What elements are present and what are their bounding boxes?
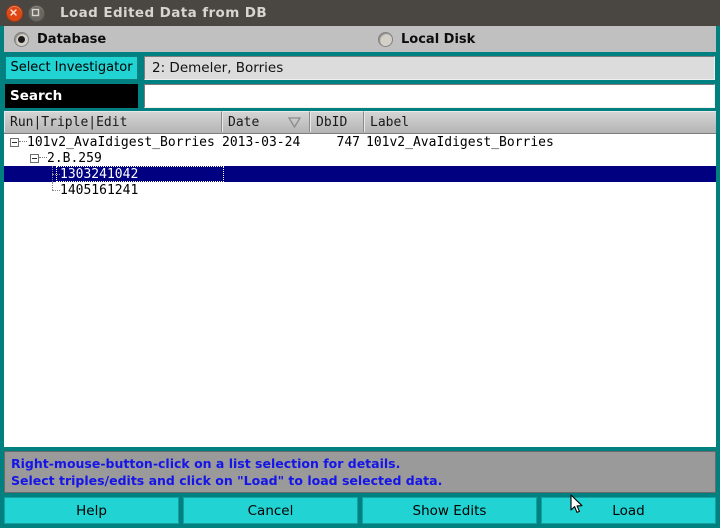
sort-descending-icon <box>287 117 302 132</box>
status-line-1: Right-mouse-button-click on a list selec… <box>11 456 401 471</box>
search-row: Search <box>4 83 716 108</box>
search-label: Search <box>5 83 138 108</box>
table-row[interactable]: 101v2_AvaIdigest_Borries 2013-03-24 747 … <box>4 134 716 150</box>
tree-connector <box>50 182 60 198</box>
select-investigator-button[interactable]: Select Investigator <box>5 55 138 80</box>
tree-node-label: 101v2_AvaIdigest_Borries <box>27 134 215 150</box>
tree-node-label: 2.B.259 <box>47 150 102 166</box>
table-row[interactable]: 1303241042 <box>4 166 716 182</box>
help-button[interactable]: Help <box>4 497 179 524</box>
show-edits-button[interactable]: Show Edits <box>362 497 537 524</box>
row-label: 101v2_AvaIdigest_Borries <box>366 134 554 150</box>
row-date: 2013-03-24 <box>222 134 301 150</box>
radio-option-database[interactable]: Database <box>4 26 368 52</box>
radio-database-label: Database <box>37 31 107 47</box>
load-edited-data-dialog: Load Edited Data from DB Database Local … <box>0 0 720 528</box>
data-source-radio-group: Database Local Disk <box>4 26 716 52</box>
dialog-button-bar: Help Cancel Show Edits Load <box>4 497 716 524</box>
expand-collapse-icon[interactable] <box>30 153 39 163</box>
tree-header: Run|Triple|Edit Date DbID Label <box>4 111 716 134</box>
table-row[interactable]: 2.B.259 <box>4 150 716 166</box>
title-bar: Load Edited Data from DB <box>0 0 720 26</box>
cancel-button[interactable]: Cancel <box>183 497 358 524</box>
radio-option-local-disk[interactable]: Local Disk <box>368 26 716 52</box>
radio-local-disk-label: Local Disk <box>401 31 476 47</box>
status-message-panel: Right-mouse-button-click on a list selec… <box>4 451 716 493</box>
tree-cell[interactable]: 2.B.259 <box>4 150 222 166</box>
column-header-run-triple-edit[interactable]: Run|Triple|Edit <box>4 111 222 132</box>
tree-rows: 101v2_AvaIdigest_Borries 2013-03-24 747 … <box>4 134 716 447</box>
radio-local-disk-indicator[interactable] <box>378 31 393 47</box>
column-header-label[interactable]: Label <box>364 111 716 132</box>
load-button[interactable]: Load <box>541 497 716 524</box>
radio-database-indicator[interactable] <box>14 31 29 47</box>
table-row[interactable]: 1405161241 <box>4 182 716 198</box>
column-header-date-label: Date <box>228 114 260 130</box>
tree-cell[interactable]: 1303241042 <box>4 166 222 182</box>
status-line-2: Select triples/edits and click on "Load"… <box>11 473 443 488</box>
tree-node-label: 1405161241 <box>60 182 139 198</box>
investigator-row: Select Investigator 2: Demeler, Borries <box>4 55 716 80</box>
maximize-icon[interactable] <box>28 4 45 22</box>
search-input[interactable] <box>144 83 715 108</box>
column-header-dbid[interactable]: DbID <box>310 111 364 132</box>
dialog-body: Database Local Disk Select Investigator … <box>0 26 720 528</box>
window-title: Load Edited Data from DB <box>60 5 268 21</box>
tree-node-label: 1303241042 <box>60 166 139 182</box>
tree-cell[interactable]: 101v2_AvaIdigest_Borries <box>4 134 222 150</box>
tree-connector <box>19 141 27 143</box>
tree-connector <box>39 157 47 159</box>
expand-collapse-icon[interactable] <box>10 137 19 147</box>
investigator-value-field[interactable]: 2: Demeler, Borries <box>144 55 715 80</box>
tree-cell[interactable]: 1405161241 <box>4 182 222 198</box>
results-tree: Run|Triple|Edit Date DbID Label 101v2_Av… <box>4 111 716 447</box>
column-header-date[interactable]: Date <box>222 111 310 132</box>
row-dbid: 747 <box>336 134 360 150</box>
close-icon[interactable] <box>6 4 23 22</box>
tree-connector <box>50 166 60 182</box>
